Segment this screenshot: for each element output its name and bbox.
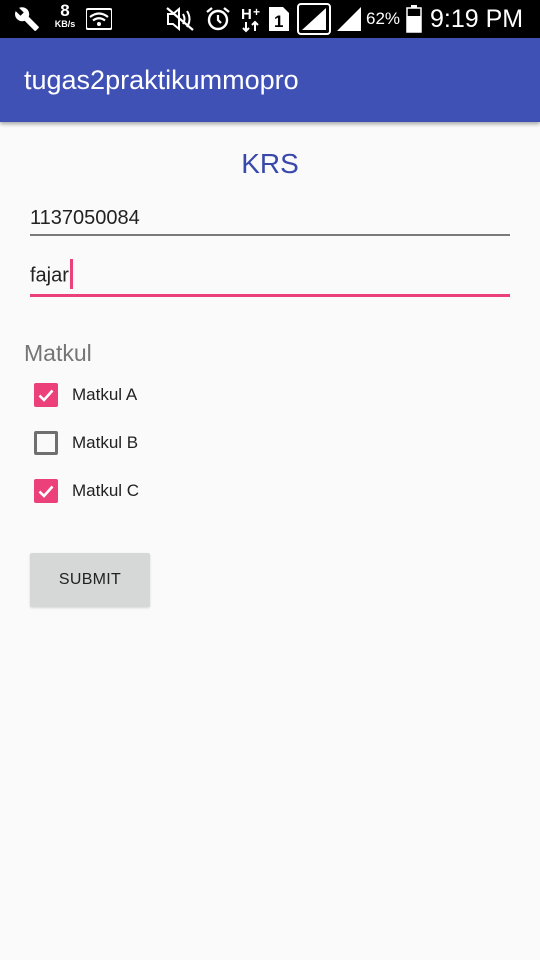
- mute-icon: [166, 0, 194, 38]
- nim-field-value: 1137050084: [30, 207, 140, 229]
- network-speed-unit: KB/s: [54, 19, 76, 29]
- name-field[interactable]: fajar: [30, 257, 510, 297]
- wifi-icon: [86, 0, 112, 38]
- checkbox-matkul-a[interactable]: Matkul A: [34, 380, 137, 410]
- checkbox-checked-icon[interactable]: [34, 383, 58, 407]
- svg-text:1: 1: [274, 12, 283, 31]
- sim-1-icon: 1: [268, 0, 290, 38]
- h-plus-data-icon: H +: [241, 0, 265, 38]
- svg-text:+: +: [253, 5, 260, 19]
- app-title: tugas2praktikummopro: [24, 65, 299, 95]
- nim-field-underline: [30, 234, 510, 236]
- network-speed: 8 KB/s: [48, 2, 82, 29]
- wrench-icon: [14, 0, 40, 38]
- app-bar: tugas2praktikummopro: [0, 38, 540, 122]
- checkbox-label: Matkul A: [72, 385, 138, 404]
- clock: 9:19 PM: [430, 5, 524, 33]
- alarm-icon: [205, 0, 231, 38]
- checkbox-matkul-c[interactable]: Matkul C: [34, 476, 139, 506]
- submit-button[interactable]: SUBMIT: [30, 553, 150, 607]
- network-speed-value: 8: [60, 1, 70, 20]
- signal-icon: [297, 0, 331, 38]
- name-field-value: fajar: [30, 264, 69, 287]
- svg-text:H: H: [241, 6, 252, 23]
- page-title: KRS: [241, 148, 299, 179]
- matkul-label: Matkul: [24, 340, 92, 366]
- battery-icon: [406, 0, 422, 38]
- signal-icon-2: [336, 0, 362, 38]
- checkbox-checked-icon[interactable]: [34, 479, 58, 503]
- status-bar: 8 KB/s H + 1 62% 9:19 PM: [0, 0, 540, 38]
- nim-field[interactable]: 1137050084: [30, 196, 510, 236]
- checkbox-label: Matkul C: [72, 481, 140, 500]
- battery-percent: 62%: [366, 9, 401, 28]
- checkbox-label: Matkul B: [72, 433, 139, 452]
- checkbox-unchecked-icon[interactable]: [34, 431, 58, 455]
- checkbox-matkul-b[interactable]: Matkul B: [34, 428, 138, 458]
- name-field-underline: [30, 294, 510, 297]
- text-cursor: [69, 259, 73, 289]
- name-field-value-wrap: fajar: [30, 259, 73, 291]
